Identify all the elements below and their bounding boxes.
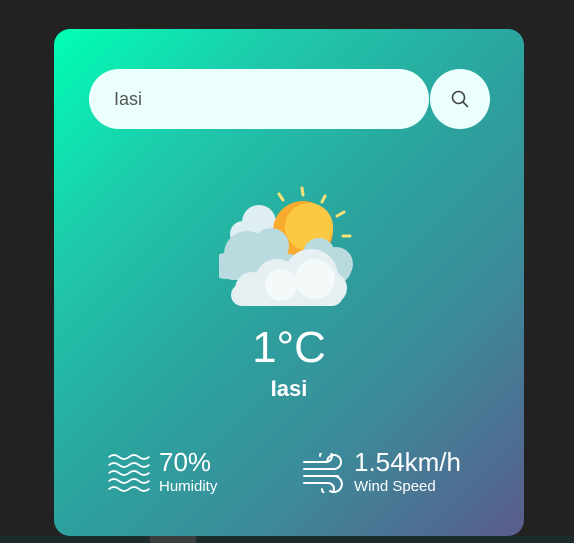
partly-cloudy-icon	[212, 184, 359, 309]
wind-icon	[303, 453, 343, 493]
weather-card: 1°C Iasi 70% Humidity	[54, 29, 524, 536]
search-button[interactable]	[430, 69, 490, 129]
humidity-label: Humidity	[159, 478, 218, 495]
humidity-value: 70%	[159, 447, 212, 477]
page: 1°C Iasi 70% Humidity	[0, 0, 574, 543]
search-bar	[89, 69, 490, 129]
wind-speed-label: Wind Speed	[354, 478, 436, 495]
temperature-value: 1°C	[252, 323, 326, 372]
city-name: Iasi	[270, 376, 308, 401]
search-icon	[451, 90, 469, 108]
bottom-bar	[0, 536, 574, 543]
search-input[interactable]	[89, 69, 429, 129]
wind-detail: 1.54km/h Wind Speed	[302, 447, 502, 503]
bottom-tab	[150, 536, 196, 543]
wind-speed-value: 1.54km/h	[354, 447, 461, 477]
humidity-waves-icon	[108, 454, 150, 492]
humidity-detail: 70% Humidity	[108, 447, 308, 503]
